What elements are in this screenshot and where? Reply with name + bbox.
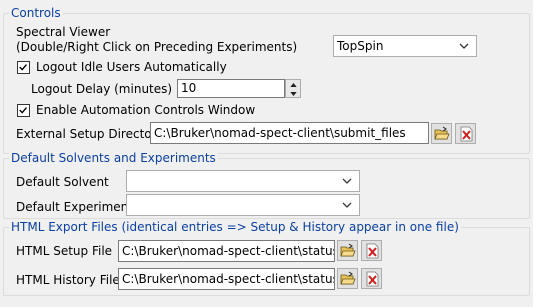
checkmark-icon <box>19 107 27 114</box>
chevron-down-icon <box>342 178 352 184</box>
external-setup-browse-button[interactable] <box>431 123 452 144</box>
logout-idle-label: Logout Idle Users Automatically <box>36 60 227 74</box>
external-setup-input[interactable]: C:\Bruker\nomad-spect-client\submit_file… <box>150 122 429 144</box>
html-export-group-title: HTML Export Files (identical entries => … <box>9 220 461 234</box>
chevron-down-icon <box>342 202 352 208</box>
external-setup-value: C:\Bruker\nomad-spect-client\submit_file… <box>154 126 406 140</box>
triangle-up-icon <box>289 82 297 87</box>
html-setup-label: HTML Setup File <box>16 244 113 258</box>
html-setup-browse-button[interactable] <box>337 240 358 261</box>
controls-group-title: Controls <box>9 6 63 20</box>
logout-idle-checkbox[interactable] <box>17 61 30 74</box>
open-folder-icon <box>339 271 356 284</box>
chevron-down-icon <box>459 43 469 49</box>
external-setup-clear-button[interactable] <box>455 123 476 144</box>
html-history-browse-button[interactable] <box>337 268 358 289</box>
checkmark-icon <box>19 64 27 71</box>
logout-delay-input[interactable]: 10 <box>177 79 285 98</box>
html-history-input[interactable]: C:\Bruker\nomad-spect-client\status_fil <box>118 268 335 290</box>
open-folder-icon <box>433 126 450 139</box>
html-setup-input[interactable]: C:\Bruker\nomad-spect-client\status_fil <box>118 240 335 262</box>
open-folder-icon <box>339 243 356 256</box>
default-experiment-select[interactable] <box>126 194 360 216</box>
logout-delay-label: Logout Delay (minutes) <box>31 82 173 96</box>
spin-down-button[interactable] <box>286 89 300 98</box>
spectral-viewer-label-line2: (Double/Right Click on Preceding Experim… <box>16 40 298 54</box>
html-history-value: C:\Bruker\nomad-spect-client\status_fil <box>122 272 335 286</box>
logout-delay-spinner[interactable] <box>285 79 301 98</box>
html-history-label: HTML History File <box>16 273 120 287</box>
solvents-group-title: Default Solvents and Experiments <box>9 151 218 165</box>
html-history-clear-button[interactable] <box>361 268 382 289</box>
external-setup-label: External Setup Directory <box>16 127 164 141</box>
html-setup-clear-button[interactable] <box>361 240 382 261</box>
spin-up-button[interactable] <box>286 80 300 89</box>
clear-red-x-icon <box>366 243 378 258</box>
default-solvent-label: Default Solvent <box>16 175 109 189</box>
enable-automation-label: Enable Automation Controls Window <box>36 103 256 117</box>
default-solvent-select[interactable] <box>126 170 360 192</box>
html-setup-value: C:\Bruker\nomad-spect-client\status_fil <box>122 244 335 258</box>
spectral-viewer-select[interactable]: TopSpin <box>333 35 477 57</box>
clear-red-x-icon <box>366 271 378 286</box>
default-experiment-label: Default Experiment <box>16 200 133 214</box>
clear-red-x-icon <box>460 126 472 141</box>
spectral-viewer-value: TopSpin <box>337 39 384 53</box>
enable-automation-checkbox[interactable] <box>17 104 30 117</box>
spectral-viewer-label-line1: Spectral Viewer <box>16 25 111 39</box>
logout-delay-value: 10 <box>181 81 197 95</box>
triangle-down-icon <box>289 91 297 96</box>
